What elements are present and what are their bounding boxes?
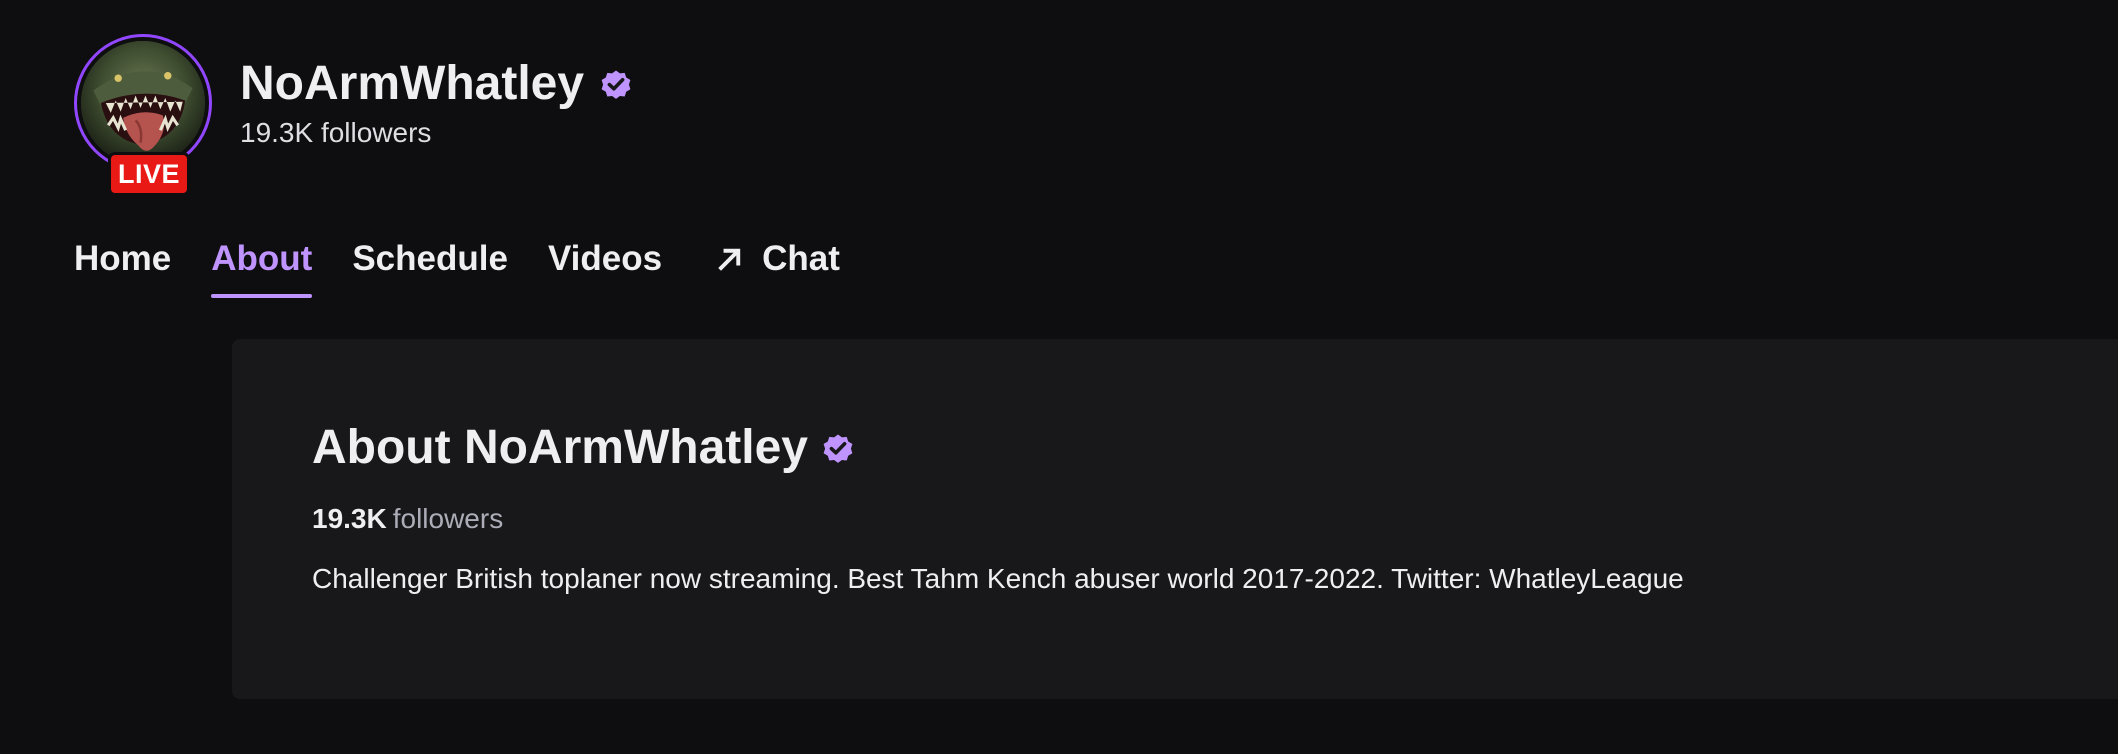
tab-about[interactable]: About (211, 234, 313, 298)
about-title-row: About NoArmWhatley (312, 419, 1684, 477)
about-followers-count: 19.3K (312, 503, 387, 534)
tab-label: Chat (762, 239, 840, 278)
tab-label: Schedule (352, 239, 508, 278)
channel-name-row: NoArmWhatley (240, 55, 634, 113)
verified-badge-icon (601, 70, 631, 99)
channel-info: NoArmWhatley 19.3K followers (240, 34, 634, 151)
about-content: About NoArmWhatley 19.3K followers Challe… (312, 419, 1684, 597)
avatar-container[interactable]: LIVE (74, 34, 218, 196)
channel-nav-tabs: Home About Schedule Videos Chat (74, 234, 880, 302)
about-followers: 19.3K followers (312, 501, 1684, 537)
tab-videos[interactable]: Videos (548, 234, 662, 284)
tab-chat[interactable]: Chat (702, 234, 840, 284)
avatar[interactable] (81, 41, 205, 165)
external-arrow-icon (718, 248, 741, 271)
tahm-kench-avatar-icon (81, 41, 205, 165)
tab-schedule[interactable]: Schedule (352, 234, 508, 284)
about-followers-label: followers (392, 503, 504, 534)
live-badge: LIVE (108, 152, 190, 196)
follower-count: 19.3K followers (240, 117, 432, 148)
about-description: Challenger British toplaner now streamin… (312, 563, 1684, 594)
about-title: About NoArmWhatley (312, 421, 808, 474)
about-panel: About NoArmWhatley 19.3K followers Challe… (232, 339, 2118, 699)
channel-name[interactable]: NoArmWhatley (240, 55, 584, 113)
channel-header: LIVE NoArmWhatley 19.3K followers (74, 34, 634, 196)
tab-label: Home (74, 239, 172, 278)
tab-label: About (211, 239, 313, 278)
verified-badge-icon (823, 434, 853, 463)
tab-home[interactable]: Home (74, 234, 171, 284)
tab-label: Videos (547, 239, 663, 278)
